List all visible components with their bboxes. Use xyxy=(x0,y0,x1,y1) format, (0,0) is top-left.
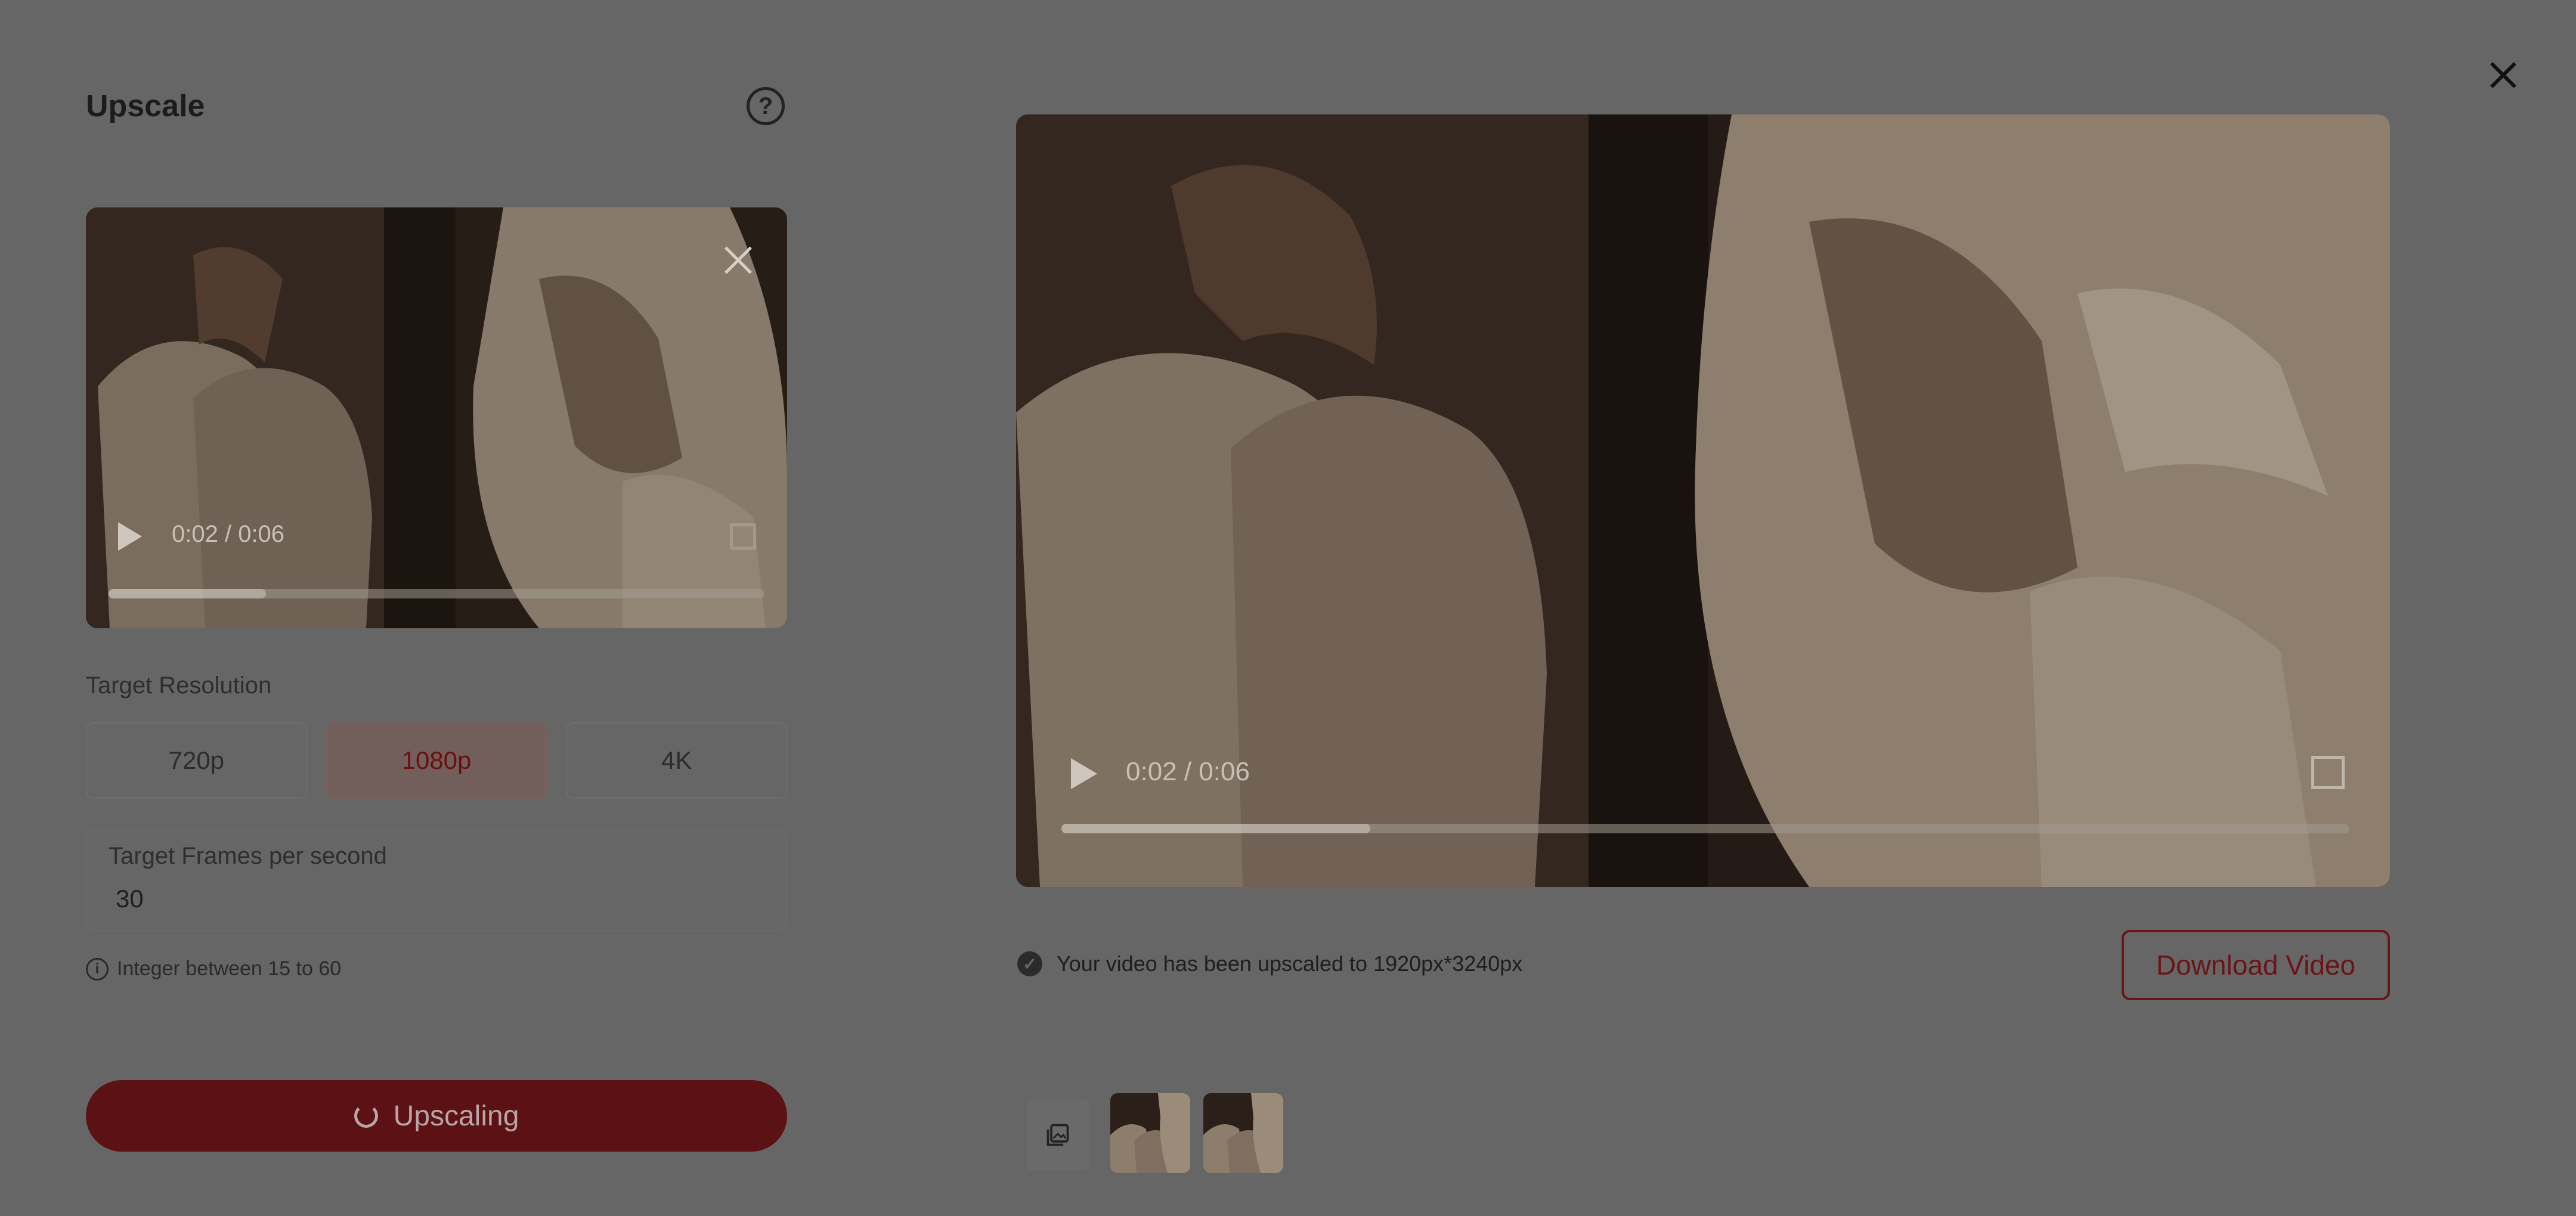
fps-field[interactable]: Target Frames per second 30 xyxy=(86,830,787,931)
video-time: 0:02 / 0:06 xyxy=(172,521,285,547)
play-icon[interactable] xyxy=(1071,758,1097,789)
fullscreen-icon[interactable] xyxy=(730,523,756,550)
fps-label: Target Frames per second xyxy=(109,843,387,869)
close-icon[interactable] xyxy=(2490,62,2516,88)
upscale-button[interactable]: Upscaling xyxy=(86,1080,787,1152)
result-video-player[interactable]: 0:02 / 0:06 xyxy=(1016,114,2390,887)
upscale-button-label: Upscaling xyxy=(393,1100,519,1132)
play-icon[interactable] xyxy=(118,522,142,551)
source-video-frame xyxy=(86,207,787,628)
video-time: 0:02 / 0:06 xyxy=(1126,757,1250,786)
video-progress-fill xyxy=(1061,824,1371,833)
remove-video-icon[interactable] xyxy=(723,244,754,275)
check-circle-icon: ✓ xyxy=(1017,951,1042,976)
video-progress-fill xyxy=(109,589,266,598)
spinner-icon xyxy=(354,1104,378,1128)
thumbnail-image xyxy=(1110,1093,1190,1173)
help-icon[interactable]: ? xyxy=(747,87,785,125)
gallery-glyph xyxy=(1046,1124,1069,1146)
resolution-option-720p[interactable]: 720p xyxy=(86,722,307,799)
resolution-label: Target Resolution xyxy=(86,672,272,699)
video-thumbnail[interactable] xyxy=(1203,1093,1283,1173)
resolution-option-1080p[interactable]: 1080p xyxy=(326,722,547,799)
video-thumbnail[interactable] xyxy=(1110,1093,1190,1173)
source-video-player[interactable]: 0:02 / 0:06 xyxy=(86,207,787,628)
upscale-status: ✓ Your video has been upscaled to 1920px… xyxy=(1017,951,1522,976)
upscale-status-text: Your video has been upscaled to 1920px*3… xyxy=(1057,951,1523,976)
video-progress-bar[interactable] xyxy=(1061,824,2349,833)
modal-title: Upscale xyxy=(86,89,205,123)
fps-input[interactable]: 30 xyxy=(116,885,144,913)
video-progress-bar[interactable] xyxy=(109,589,764,598)
fullscreen-icon[interactable] xyxy=(2311,756,2345,789)
fps-hint: i Integer between 15 to 60 xyxy=(86,957,341,981)
info-icon: i xyxy=(86,957,109,981)
fps-hint-text: Integer between 15 to 60 xyxy=(117,957,342,980)
resolution-selector: 720p 1080p 4K xyxy=(86,722,788,799)
upscale-settings-panel: Upscale ? 0:02 / 0:06 Target Resolution … xyxy=(86,0,788,1216)
gallery-icon[interactable] xyxy=(1027,1099,1089,1171)
download-video-button[interactable]: Download Video xyxy=(2122,930,2390,1000)
thumbnail-image xyxy=(1203,1093,1283,1173)
resolution-option-4k[interactable]: 4K xyxy=(566,722,788,799)
